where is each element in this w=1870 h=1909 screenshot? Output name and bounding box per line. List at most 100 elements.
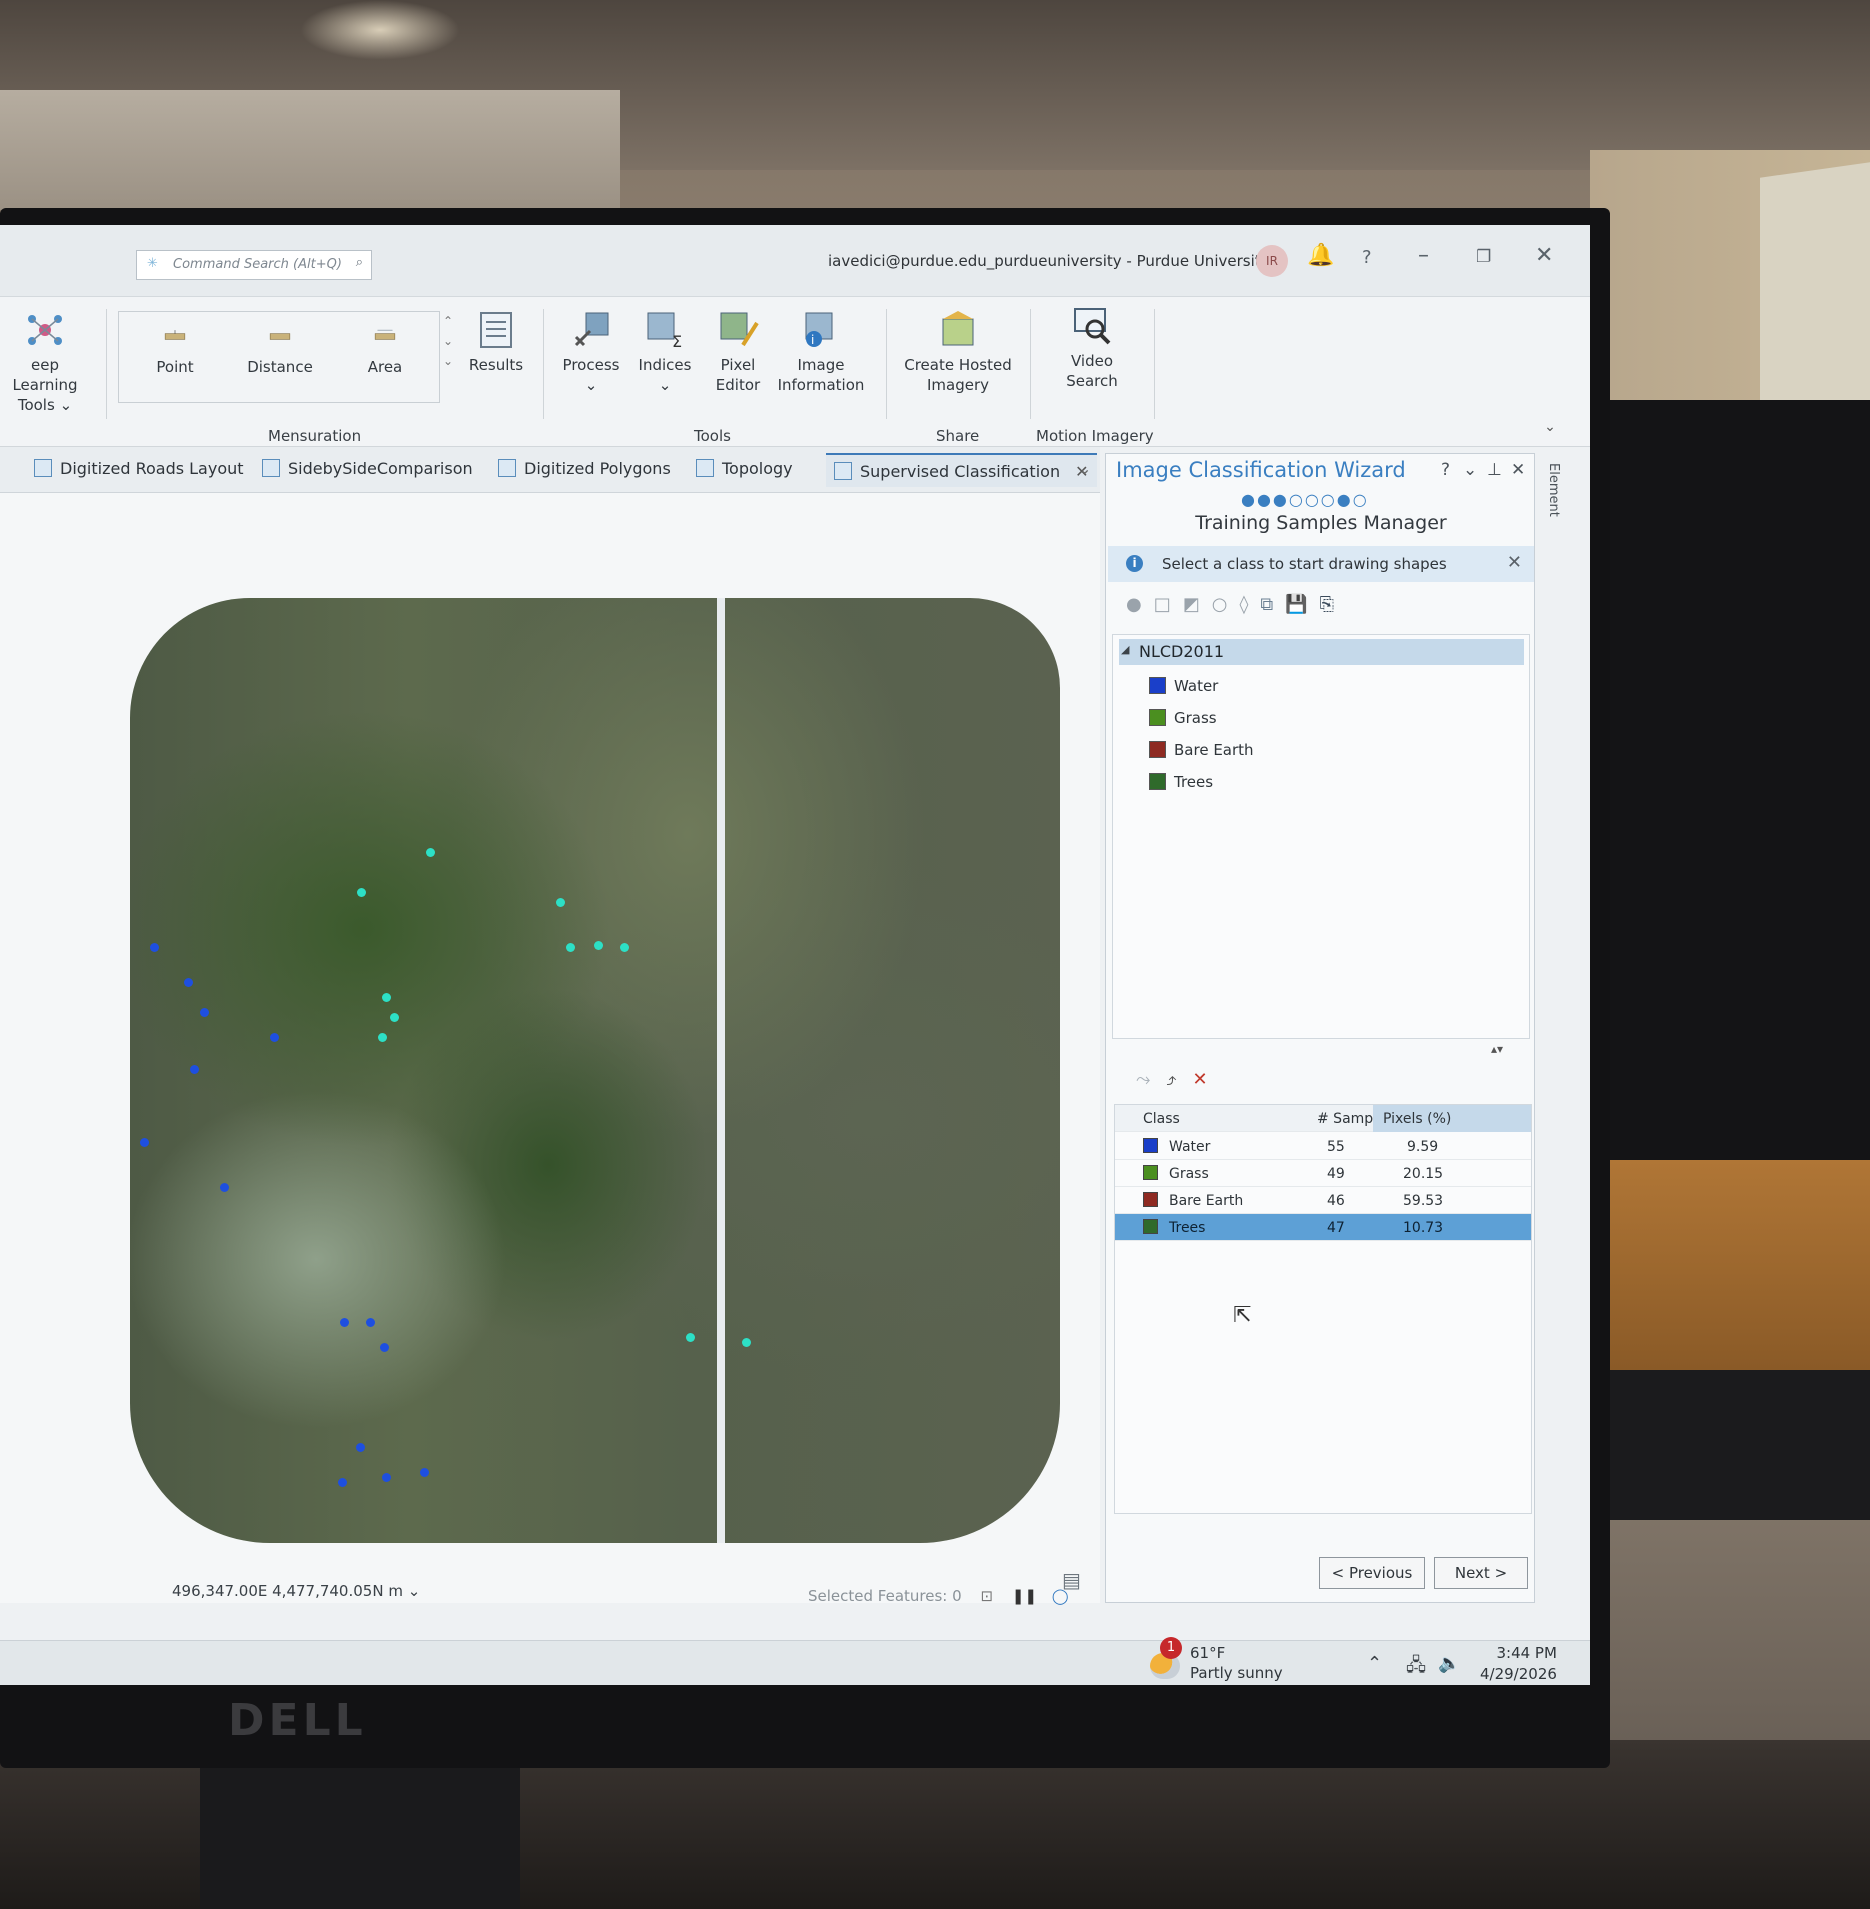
rectangle-draw-icon[interactable]: □ — [1154, 594, 1183, 615]
video-search-button[interactable]: Video Search — [1050, 307, 1134, 391]
tab-supervised-classification[interactable]: Supervised Classification ✕ — [826, 453, 1097, 487]
command-search-input[interactable]: ✳ Command Search (Alt+Q) ⌕ — [136, 250, 372, 280]
pause-icon[interactable]: ❚❚ — [1012, 1587, 1037, 1605]
map-icon — [262, 459, 280, 477]
video-label-1: Video — [1070, 352, 1114, 370]
indices-button[interactable]: Σ Indices ⌄ — [632, 311, 698, 395]
tab-topology[interactable]: Topology — [696, 459, 793, 478]
row-samples: 46 — [1327, 1193, 1345, 1209]
save-as-icon[interactable]: ⎘ — [1320, 594, 1346, 615]
create-hosted-imagery-button[interactable]: Create Hosted Imagery — [900, 311, 1016, 395]
pin-icon[interactable]: ⊥ — [1487, 460, 1502, 480]
pixel-editor-label-1: Pixel — [720, 356, 756, 374]
save-icon[interactable]: 💾 — [1285, 594, 1319, 615]
wall-poster — [1760, 162, 1870, 418]
command-search-placeholder: Command Search (Alt+Q) — [173, 257, 342, 272]
image-information-button[interactable]: i Image Information — [776, 311, 866, 395]
distance-button[interactable]: Distance — [240, 329, 320, 377]
previous-button[interactable]: < Previous — [1319, 1557, 1425, 1589]
freehand-draw-icon[interactable]: ◊ — [1239, 594, 1260, 615]
coordinate-readout[interactable]: 496,347.00E 4,477,740.05N m ⌄ — [172, 1582, 420, 1600]
area-button[interactable]: Area — [350, 329, 420, 377]
help-icon[interactable]: ? — [1441, 460, 1450, 480]
ribbon-collapse-icon[interactable]: ⌄ — [1540, 417, 1560, 437]
help-icon[interactable]: ? — [1362, 247, 1372, 268]
coordinates: 496,347.00E 4,477,740.05N m — [172, 1582, 403, 1600]
tab-digitized-roads[interactable]: Digitized Roads Layout — [34, 459, 244, 478]
restore-icon[interactable]: ❐ — [1476, 247, 1491, 267]
mouse-cursor-icon: ⇱ — [1233, 1303, 1252, 1328]
temperature: 61°F — [1190, 1644, 1226, 1662]
split-icon[interactable]: ⤴ — [1166, 1069, 1192, 1090]
tab-digitized-polygons[interactable]: Digitized Polygons — [498, 459, 671, 478]
network-icon[interactable]: 🖧 — [1406, 1653, 1426, 1683]
date: 4/29/2026 — [1480, 1665, 1557, 1683]
volume-icon[interactable]: 🔈 — [1438, 1653, 1460, 1674]
tree-class-trees[interactable]: Trees — [1149, 773, 1213, 791]
clock[interactable]: 3:44 PM 4/29/2026 — [1480, 1643, 1557, 1685]
class-label: Bare Earth — [1174, 741, 1254, 759]
deep-learning-tools-button[interactable]: eep Learning Tools ⌄ — [0, 311, 90, 415]
chevron-up-icon[interactable]: ⌃ — [1367, 1653, 1382, 1674]
merge-icon[interactable]: ⤳ — [1136, 1069, 1166, 1090]
splitter-arrows-icon[interactable]: ▴▾ — [1491, 1042, 1503, 1056]
results-button[interactable]: Results — [465, 311, 527, 375]
mensuration-group-label: Mensuration — [268, 427, 362, 445]
schema-root[interactable]: ◢ NLCD2011 — [1119, 639, 1524, 665]
orthomosaic-image[interactable] — [130, 598, 1060, 1543]
training-sample-point — [378, 1033, 387, 1042]
bell-icon[interactable]: 🔔 — [1307, 243, 1334, 268]
training-sample-point — [742, 1338, 751, 1347]
table-row[interactable]: Bare Earth 46 59.53 — [1115, 1187, 1531, 1214]
results-label: Results — [468, 356, 524, 374]
col-pixels-header[interactable]: Pixels (%) — [1373, 1105, 1531, 1132]
row-pixels: 20.15 — [1403, 1166, 1444, 1182]
table-row-selected[interactable]: Trees 47 10.73 — [1115, 1214, 1531, 1241]
title-bar: ✳ Command Search (Alt+Q) ⌕ iavedici@purd… — [0, 225, 1590, 297]
tree-class-grass[interactable]: Grass — [1149, 709, 1217, 727]
next-button[interactable]: Next > — [1434, 1557, 1528, 1589]
pixel-editor-button[interactable]: Pixel Editor — [705, 311, 771, 395]
avatar[interactable]: IR — [1256, 245, 1288, 277]
tab-side-by-side[interactable]: SidebySideComparison — [262, 459, 473, 478]
weather-widget[interactable]: 61°F Partly sunny — [1190, 1643, 1283, 1683]
color-swatch — [1143, 1219, 1158, 1234]
refresh-icon[interactable]: ⊡ — [980, 1587, 993, 1605]
selected-features-label: Selected Features: 0 — [808, 1587, 962, 1605]
tab-overflow-icon[interactable]: ⌄ — [1078, 459, 1091, 478]
point-button[interactable]: Point — [140, 329, 210, 377]
close-icon[interactable]: ✕ — [1511, 460, 1525, 480]
hosted-label-2: Imagery — [926, 376, 990, 394]
ceiling-light — [300, 0, 460, 60]
road-strip — [717, 598, 725, 1543]
process-button[interactable]: Process ⌄ — [558, 311, 624, 395]
col-class-header[interactable]: Class — [1143, 1111, 1180, 1127]
close-icon[interactable]: ✕ — [1535, 243, 1553, 268]
training-sample-point — [686, 1333, 695, 1342]
point-draw-icon[interactable]: ● — [1126, 594, 1154, 615]
table-row[interactable]: Water 55 9.59 — [1115, 1133, 1531, 1160]
delete-icon[interactable]: ✕ — [1193, 1069, 1224, 1090]
close-banner-icon[interactable]: ✕ — [1507, 552, 1522, 573]
map-view[interactable]: ▤ — [0, 493, 1100, 1603]
row-class: Trees — [1169, 1220, 1206, 1236]
training-sample-point — [382, 993, 391, 1002]
divider — [1030, 309, 1031, 419]
info-banner: i Select a class to start drawing shapes… — [1108, 546, 1534, 582]
training-sample-point — [380, 1343, 389, 1352]
user-account[interactable]: iavedici@purdue.edu_purdueuniversity - P… — [828, 252, 1270, 270]
circle-draw-icon[interactable]: ○ — [1212, 594, 1240, 615]
select-icon[interactable]: ⧉ — [1260, 594, 1285, 615]
polygon-draw-icon[interactable]: ◩ — [1183, 594, 1212, 615]
gallery-scroll-icon[interactable]: ⌃ ⌄ ⌄ — [438, 311, 458, 371]
collapse-icon[interactable]: ◢ — [1121, 643, 1129, 656]
dropdown-icon[interactable]: ⌄ — [1463, 460, 1477, 480]
tree-class-water[interactable]: Water — [1149, 677, 1218, 695]
minimize-icon[interactable]: – — [1418, 243, 1429, 268]
element-side-tab[interactable]: Element — [1546, 463, 1561, 517]
row-class: Water — [1169, 1139, 1211, 1155]
table-row[interactable]: Grass 49 20.15 — [1115, 1160, 1531, 1187]
training-sample-point — [356, 1443, 365, 1452]
tree-class-bare-earth[interactable]: Bare Earth — [1149, 741, 1254, 759]
svg-text:Σ: Σ — [672, 332, 682, 349]
